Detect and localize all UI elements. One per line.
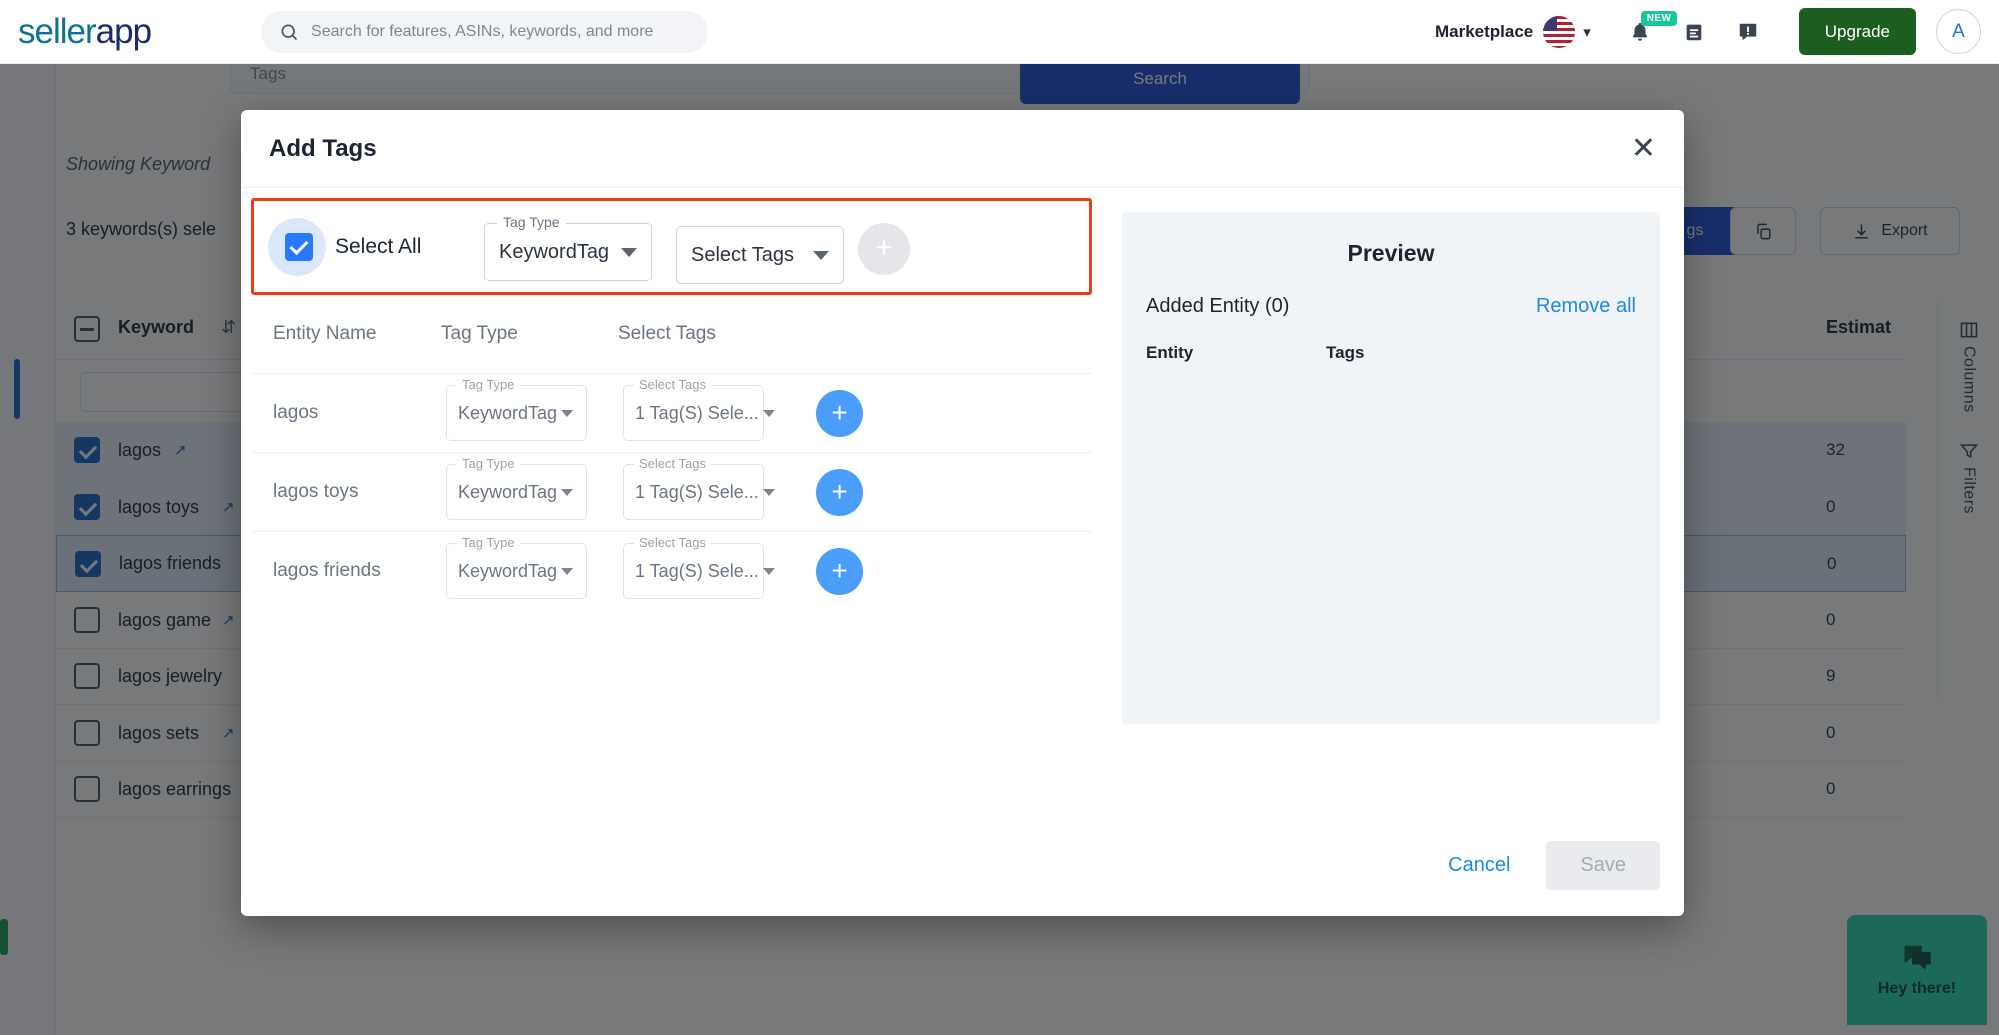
save-button[interactable]: Save — [1546, 841, 1660, 890]
entity-select-tags-select-legend: Select Tags — [634, 535, 711, 550]
logo-text-app: app — [95, 11, 152, 51]
bulk-select-tags-value: Select Tags — [691, 243, 795, 266]
preview-subheader: Added Entity (0) Remove all — [1146, 295, 1636, 318]
chevron-down-icon — [762, 409, 775, 417]
entity-select-tags-select-legend: Select Tags — [634, 377, 711, 392]
entity-tag-type-select[interactable]: Tag Type KeywordTag — [446, 377, 587, 441]
header-select-tags: Select Tags — [618, 323, 716, 344]
bulk-select-tags-select[interactable]: Select Tags — [676, 226, 844, 284]
entities-table-header: Entity Name Tag Type Select Tags — [241, 323, 1102, 373]
notifications-button[interactable]: NEW — [1613, 5, 1678, 59]
modal-header: Add Tags ✕ — [241, 110, 1684, 188]
chevron-down-icon — [762, 488, 775, 496]
entity-select-tags-select-value: 1 Tag(S) Sele... — [635, 560, 759, 581]
preview-pane: Preview Added Entity (0) Remove all Enti… — [1102, 188, 1684, 916]
chevron-down-icon — [762, 567, 775, 575]
entity-tag-type-select-value: KeywordTag — [458, 481, 558, 502]
entity-name: lagos friends — [273, 560, 381, 581]
entity-select-tags-select[interactable]: Select Tags 1 Tag(S) Sele... — [623, 377, 775, 441]
modal-footer: Cancel Save — [1428, 841, 1660, 890]
entity-select-tags-select-value: 1 Tag(S) Sele... — [635, 402, 759, 423]
entity-tag-type-select-value: KeywordTag — [458, 560, 558, 581]
logo-text-seller: seller — [18, 11, 97, 51]
entity-add-button[interactable]: + — [816, 469, 863, 516]
bulk-tag-type-select[interactable]: Tag Type KeywordTag — [484, 214, 652, 281]
preview-title: Preview — [1347, 240, 1435, 266]
entity-add-button[interactable]: + — [816, 390, 863, 437]
entity-row: lagos toys Tag Type KeywordTag Select Tags 1… — [251, 452, 1092, 531]
upgrade-button[interactable]: Upgrade — [1798, 8, 1916, 55]
add-tags-modal: Add Tags ✕ Select All Tag Type KeywordTa… — [241, 110, 1684, 916]
entity-tag-type-select[interactable]: Tag Type KeywordTag — [446, 535, 587, 599]
avatar[interactable]: A — [1936, 9, 1981, 54]
preview-col-entity: Entity — [1146, 343, 1194, 362]
entity-select-tags-select-value: 1 Tag(S) Sele... — [635, 481, 759, 502]
global-search-box[interactable]: Search for features, ASINs, keywords, an… — [261, 10, 709, 53]
chevron-down-icon — [561, 567, 574, 575]
entity-tag-type-select[interactable]: Tag Type KeywordTag — [446, 456, 587, 520]
calendar-icon — [1686, 24, 1702, 40]
select-all-label: Select All — [335, 234, 422, 258]
entity-tag-type-select-legend: Tag Type — [457, 535, 520, 550]
plus-icon: + — [875, 231, 893, 264]
chevron-down-icon — [561, 488, 574, 496]
entities-pane: Select All Tag Type KeywordTag Select Ta… — [241, 188, 1102, 916]
app-header: sellerapp Search for features, ASINs, ke… — [0, 0, 1999, 64]
us-flag-icon[interactable] — [1543, 15, 1576, 48]
bulk-add-button[interactable]: + — [858, 223, 910, 275]
entity-tag-type-select-legend: Tag Type — [457, 377, 520, 392]
select-all-checkbox[interactable] — [285, 232, 313, 261]
bulk-tag-type-legend: Tag Type — [497, 214, 566, 230]
chevron-down-icon[interactable]: ▾ — [1583, 23, 1591, 41]
preview-table-header: Entity Tags — [1146, 343, 1636, 363]
chevron-down-icon — [813, 250, 829, 260]
header-tag-type: Tag Type — [441, 323, 518, 344]
header-actions: Marketplace ▾ NEW Upgrade A — [1435, 5, 1999, 59]
entity-name: lagos toys — [273, 481, 359, 502]
entity-row: lagos friends Tag Type KeywordTag Select Ta… — [251, 531, 1092, 610]
entity-select-tags-select[interactable]: Select Tags 1 Tag(S) Sele... — [623, 535, 775, 599]
feedback-button[interactable] — [1721, 5, 1775, 59]
marketplace-label: Marketplace — [1434, 21, 1534, 41]
entity-tag-type-select-value: KeywordTag — [458, 402, 558, 423]
calendar-button[interactable] — [1667, 5, 1721, 59]
chevron-down-icon — [561, 409, 574, 417]
entity-row: lagos Tag Type KeywordTag Select Tags 1 Tag(… — [251, 373, 1092, 452]
message-alert-icon — [1739, 23, 1757, 40]
added-entity-count: Added Entity (0) — [1146, 295, 1290, 317]
bulk-tag-type-value: KeywordTag — [499, 240, 610, 263]
header-entity-name: Entity Name — [273, 323, 377, 344]
remove-all-link[interactable]: Remove all — [1536, 295, 1636, 318]
entity-select-tags-select-legend: Select Tags — [634, 456, 711, 471]
app-logo[interactable]: sellerapp — [18, 11, 152, 52]
search-icon — [281, 24, 298, 40]
modal-body: Select All Tag Type KeywordTag Select Ta… — [241, 188, 1684, 916]
entity-add-button[interactable]: + — [816, 548, 863, 595]
search-placeholder: Search for features, ASINs, keywords, an… — [311, 22, 654, 40]
cancel-button[interactable]: Cancel — [1428, 844, 1530, 887]
chevron-down-icon — [621, 247, 637, 257]
entity-name: lagos — [273, 402, 319, 423]
entity-select-tags-select[interactable]: Select Tags 1 Tag(S) Sele... — [623, 456, 775, 520]
preview-col-tags: Tags — [1326, 343, 1365, 362]
modal-title: Add Tags — [269, 134, 377, 162]
preview-card: Preview Added Entity (0) Remove all Enti… — [1122, 212, 1660, 724]
select-all-band: Select All Tag Type KeywordTag Select Ta… — [251, 198, 1092, 295]
entity-tag-type-select-legend: Tag Type — [457, 456, 520, 471]
close-icon[interactable]: ✕ — [1631, 133, 1656, 164]
